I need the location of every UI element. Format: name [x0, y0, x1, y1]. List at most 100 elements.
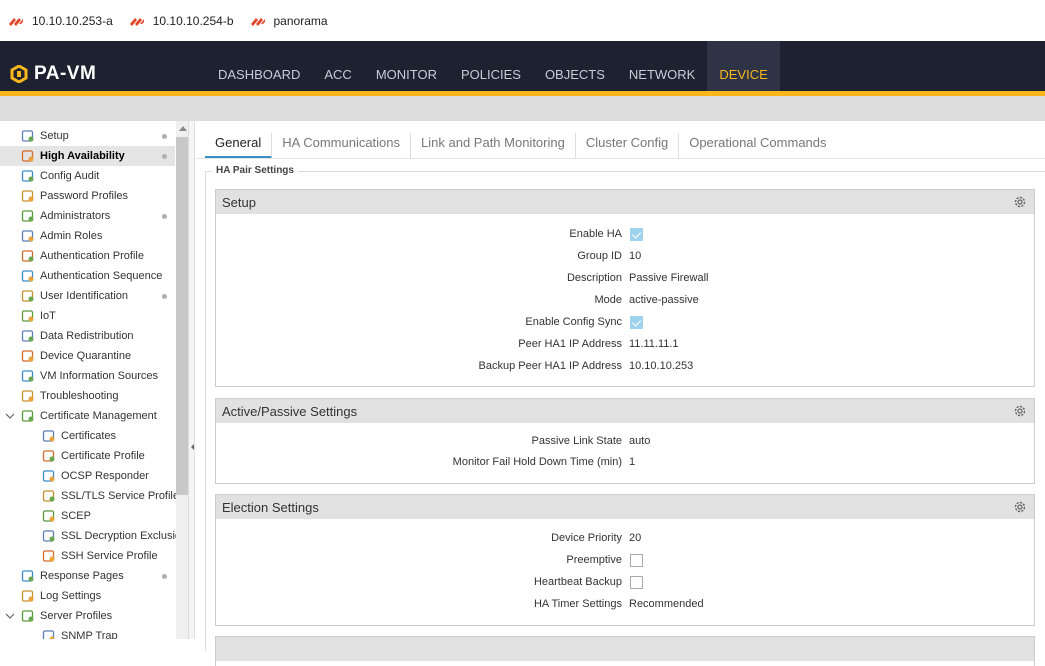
sidebar-item-troubleshooting[interactable]: Troubleshooting	[0, 386, 175, 406]
bookmark-label: 10.10.10.253-a	[32, 13, 113, 28]
nav-tab-objects[interactable]: OBJECTS	[533, 41, 617, 91]
sidebar-item-password-profiles[interactable]: Password Profiles	[0, 186, 175, 206]
setup-panel-header: Setup	[216, 190, 1034, 214]
sidebar-item-user-identification[interactable]: User Identification	[0, 286, 175, 306]
paloalto-icon	[129, 17, 144, 26]
enable-ha-row: Enable HA	[216, 224, 1036, 246]
active-passive-panel: Active/Passive Settings Passive Link Sta…	[215, 398, 1035, 484]
enable-config-sync-checkbox[interactable]	[630, 316, 643, 329]
bookmarks-bar: 10.10.10.253-a 10.10.10.254-b panorama	[0, 0, 1045, 41]
nav-tab-device[interactable]: DEVICE	[707, 41, 780, 91]
sidebar-item-authentication-profile[interactable]: Authentication Profile	[0, 246, 175, 266]
sidebar-scroll-thumb[interactable]	[176, 137, 188, 495]
sidebar-item-label: Device Quarantine	[40, 350, 132, 362]
sidebar-item-response-pages[interactable]: Response Pages	[0, 566, 175, 586]
sidebar-item-label: Certificate Management	[40, 410, 157, 422]
sidebar-item-ssl-tls-service-profile[interactable]: SSL/TLS Service Profile	[0, 486, 179, 506]
heartbeat-backup-checkbox[interactable]	[630, 576, 643, 589]
peer-ha1-value: 11.11.11.1	[629, 338, 679, 350]
sidebar-item-label: Data Redistribution	[40, 330, 134, 342]
description-value: Passive Firewall	[629, 272, 709, 284]
backup-peer-ha1-value: 10.10.10.253	[629, 360, 694, 372]
sidebar-item-config-audit[interactable]: Config Audit	[0, 166, 175, 186]
bookmark-2[interactable]: 10.10.10.254-b	[129, 14, 234, 28]
peer-ha1-row: Peer HA1 IP Address 11.11.11.1	[216, 334, 1036, 356]
sidebar-item-log-settings[interactable]: Log Settings	[0, 586, 175, 606]
ssh-service-profile-icon	[42, 550, 55, 562]
nav-tab-policies[interactable]: POLICIES	[449, 41, 533, 91]
nav-tab-network[interactable]: NETWORK	[617, 41, 707, 91]
snmp-trap-icon	[42, 630, 55, 639]
config-audit-icon	[21, 170, 34, 182]
sidebar-item-label: OCSP Responder	[61, 470, 149, 482]
nav-tab-dashboard[interactable]: DASHBOARD	[206, 41, 312, 91]
tab-operational-commands[interactable]: Operational Commands	[679, 133, 836, 159]
sidebar-item-label: User Identification	[40, 290, 129, 302]
chevron-down-icon[interactable]	[5, 611, 15, 621]
sidebar-item-server-profiles[interactable]: Server Profiles	[0, 606, 175, 626]
sidebar-item-certificates[interactable]: Certificates	[0, 426, 175, 446]
collapse-arrow-icon[interactable]	[191, 444, 194, 450]
sidebar-item-authentication-sequence[interactable]: Authentication Sequence	[0, 266, 175, 286]
field-label: Backup Peer HA1 IP Address	[478, 360, 623, 372]
field-label: Enable Config Sync	[525, 316, 622, 328]
gear-icon[interactable]	[1013, 500, 1027, 514]
backup-peer-ha1-row: Backup Peer HA1 IP Address 10.10.10.253	[216, 356, 1036, 378]
sidebar-item-label: SCEP	[61, 510, 91, 522]
user-identification-icon	[21, 290, 34, 302]
ha-timer-value: Recommended	[629, 598, 704, 610]
group-id-row: Group ID 10	[216, 246, 1036, 268]
iot-icon	[21, 310, 34, 322]
sidebar-item-label: Setup	[40, 130, 69, 142]
ocsp-responder-icon	[42, 470, 55, 482]
subtabs-divider	[195, 158, 1045, 159]
tab-ha-communications[interactable]: HA Communications	[272, 133, 412, 159]
brand-name: PA-VM	[34, 63, 97, 84]
preemptive-checkbox[interactable]	[630, 554, 643, 567]
nav-tab-acc[interactable]: ACC	[312, 41, 363, 91]
troubleshooting-icon	[21, 390, 34, 402]
gear-icon[interactable]	[1013, 195, 1027, 209]
sidebar-item-device-quarantine[interactable]: Device Quarantine	[0, 346, 175, 366]
sidebar-item-ssl-decryption-exclusio[interactable]: SSL Decryption Exclusio	[0, 526, 181, 546]
tab-link-path-monitoring[interactable]: Link and Path Monitoring	[411, 133, 576, 159]
password-profiles-icon	[21, 190, 34, 202]
election-panel: Election Settings Device Priority 20 Pre…	[215, 494, 1035, 626]
panel-title: Active/Passive Settings	[222, 403, 358, 419]
scroll-up-icon[interactable]	[179, 126, 187, 131]
sidebar-item-ssh-service-profile[interactable]: SSH Service Profile	[0, 546, 175, 566]
gear-icon[interactable]	[1013, 404, 1027, 418]
enable-ha-checkbox[interactable]	[630, 228, 643, 241]
bookmark-3[interactable]: panorama	[250, 14, 328, 28]
sidebar-item-certificate-management[interactable]: Certificate Management	[0, 406, 175, 426]
sidebar-item-ocsp-responder[interactable]: OCSP Responder	[0, 466, 175, 486]
sidebar-item-snmp-trap[interactable]: SNMP Trap	[0, 626, 175, 639]
sidebar-item-scep[interactable]: SCEP	[0, 506, 175, 526]
sidebar-item-certificate-profile[interactable]: Certificate Profile	[0, 446, 175, 466]
certificates-icon	[42, 430, 55, 442]
tab-general[interactable]: General	[205, 133, 273, 159]
setup-icon	[21, 130, 34, 142]
sidebar-item-iot[interactable]: IoT	[0, 306, 175, 326]
bookmark-1[interactable]: 10.10.10.253-a	[8, 14, 113, 28]
high-availability-icon	[21, 150, 34, 162]
tab-cluster-config[interactable]: Cluster Config	[576, 133, 680, 159]
chevron-down-icon[interactable]	[5, 411, 15, 421]
mode-row: Mode active-passive	[216, 290, 1036, 312]
panel-title: Setup	[222, 194, 256, 210]
brand-logo: PA-VM	[10, 63, 96, 85]
nav-tab-monitor[interactable]: MONITOR	[364, 41, 449, 91]
sidebar-item-administrators[interactable]: Administrators	[0, 206, 175, 226]
status-dot	[162, 154, 167, 159]
sidebar-item-label: Administrators	[40, 210, 111, 222]
sidebar-item-data-redistribution[interactable]: Data Redistribution	[0, 326, 175, 346]
sidebar-item-high-availability[interactable]: High Availability	[0, 146, 175, 166]
field-label: Peer HA1 IP Address	[518, 338, 622, 350]
sidebar-item-vm-information-sources[interactable]: VM Information Sources	[0, 366, 175, 386]
bookmark-label: 10.10.10.254-b	[152, 13, 234, 28]
sidebar: SNMP Trap Server Profiles Log Settings Resp…	[0, 121, 189, 639]
sidebar-item-label: Troubleshooting	[40, 390, 119, 402]
sidebar-item-label: Certificates	[61, 430, 117, 442]
sidebar-item-setup[interactable]: Setup	[0, 126, 175, 146]
sidebar-item-admin-roles[interactable]: Admin Roles	[0, 226, 175, 246]
